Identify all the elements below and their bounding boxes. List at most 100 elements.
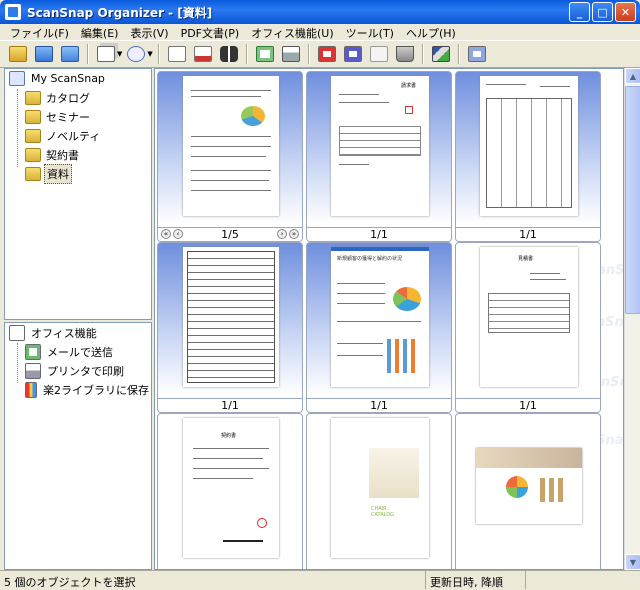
- delete-button[interactable]: [393, 43, 417, 65]
- tools-button[interactable]: [429, 43, 453, 65]
- thumbnail-cell[interactable]: 見積書 1/1: [455, 242, 601, 413]
- toolbar-separator: [87, 44, 89, 64]
- thumbnail-cell[interactable]: « ‹ 1/5 › »: [157, 71, 303, 242]
- minimize-button[interactable]: _: [569, 2, 590, 22]
- menu-file[interactable]: ファイル(F): [4, 24, 75, 40]
- tree-item-seminar[interactable]: セミナー: [5, 107, 151, 126]
- left-pane: My ScanSnap カタログ セミナー ノベルティ 契約書 資料 オフィス機…: [4, 68, 152, 570]
- text-line: [530, 279, 566, 280]
- scroll-down-button[interactable]: ▼: [625, 554, 640, 570]
- thumbnail-cell[interactable]: 1/1: [157, 242, 303, 413]
- text-line: [191, 156, 266, 157]
- text-line: [337, 343, 383, 344]
- tree-item-contract[interactable]: 契約書: [5, 145, 151, 164]
- chevron-down-icon[interactable]: ▼: [147, 50, 152, 58]
- thumbnail-area[interactable]: ScanSnap ScanSnap ScanSnap ScanSnap « ‹ …: [154, 68, 624, 570]
- thumbnail-cell[interactable]: [455, 413, 601, 569]
- rotate-icon: [127, 46, 146, 62]
- office-item-mail[interactable]: メールで送信: [5, 342, 151, 361]
- doc-title: 請求書: [401, 83, 417, 89]
- scroll-thumb[interactable]: [625, 86, 640, 314]
- thumbnail-cell[interactable]: 契約書: [157, 413, 303, 569]
- convert-pdf-button[interactable]: [367, 43, 391, 65]
- text-line: [191, 146, 271, 147]
- text-line: [486, 84, 526, 85]
- toolbar-separator: [421, 44, 424, 64]
- page-thumbnail: [480, 76, 578, 216]
- header-band: [331, 247, 429, 251]
- toolbar-separator: [307, 44, 310, 64]
- menu-office[interactable]: オフィス機能(U): [245, 24, 339, 40]
- chevron-down-icon[interactable]: ▼: [117, 50, 122, 58]
- prev-page-icon[interactable]: ‹: [173, 229, 183, 239]
- stamp-mark: [405, 106, 413, 114]
- viewer-button[interactable]: [465, 43, 489, 65]
- menu-view[interactable]: 表示(V): [124, 24, 174, 40]
- page-thumbnail: 契約書: [183, 418, 279, 558]
- tree-root[interactable]: My ScanSnap: [5, 69, 151, 88]
- page-thumbnail: [476, 448, 582, 524]
- status-sort: 更新日時, 降順: [426, 571, 526, 589]
- seal-stamp: [257, 518, 267, 528]
- mail-button[interactable]: [253, 43, 277, 65]
- first-page-icon[interactable]: «: [161, 229, 171, 239]
- menu-help[interactable]: ヘルプ(H): [400, 24, 462, 40]
- office-item-library[interactable]: 楽2ライブラリに保存: [5, 380, 151, 399]
- toolbar-separator: [157, 44, 160, 64]
- scroll-up-button[interactable]: ▲: [625, 68, 640, 84]
- binoculars-icon: [219, 46, 238, 62]
- status-grip: [526, 571, 640, 589]
- tree-item-documents[interactable]: 資料: [5, 163, 151, 184]
- menu-edit[interactable]: 編集(E): [75, 24, 125, 40]
- thumbnail-cell[interactable]: CHAIR CATALOG: [306, 413, 452, 569]
- folder-tree: My ScanSnap カタログ セミナー ノベルティ 契約書 資料: [4, 68, 152, 320]
- thumbnail-cell[interactable]: 新規顧客の獲得と解約の状況 1/1: [306, 242, 452, 413]
- last-page-icon[interactable]: »: [289, 229, 299, 239]
- maximize-button[interactable]: □: [592, 2, 613, 22]
- menu-pdf[interactable]: PDF文書(P): [175, 24, 246, 40]
- page-thumbnail: 請求書: [331, 76, 429, 216]
- page-counter: 1/1: [158, 398, 302, 412]
- tree-item-novelty[interactable]: ノベルティ: [5, 126, 151, 145]
- folder-button[interactable]: [58, 43, 82, 65]
- office-item-print[interactable]: プリンタで印刷: [5, 361, 151, 380]
- text-line: [339, 102, 389, 103]
- folder-icon: [61, 46, 79, 62]
- convert-word-button[interactable]: [315, 43, 339, 65]
- page-thumbnail: CHAIR CATALOG: [331, 418, 429, 558]
- pdf-button[interactable]: [191, 43, 215, 65]
- doc-title: 契約書: [221, 433, 237, 439]
- status-selection: 5 個のオブジェクトを選択: [0, 571, 426, 589]
- view-button[interactable]: [94, 43, 118, 65]
- new-folder-button[interactable]: [6, 43, 30, 65]
- ocr-button[interactable]: [165, 43, 189, 65]
- thumbnail-cell[interactable]: 請求書 1/1: [306, 71, 452, 242]
- doc-title: 新規顧客の獲得と解約の状況: [337, 256, 403, 262]
- table-grid: [486, 98, 572, 208]
- folder-icon: [25, 90, 41, 105]
- mail-icon: [255, 46, 274, 62]
- table-grid: [488, 293, 570, 333]
- menu-tools[interactable]: ツール(T): [340, 24, 400, 40]
- vertical-scrollbar[interactable]: ▲ ▼: [624, 68, 640, 570]
- page-thumbnail: [183, 247, 279, 387]
- close-button[interactable]: ✕: [615, 2, 636, 22]
- tree-item-catalog[interactable]: カタログ: [5, 88, 151, 107]
- folder-icon: [25, 147, 41, 162]
- text-line: [191, 90, 271, 91]
- rotate-button[interactable]: [124, 43, 148, 65]
- convert-excel-button[interactable]: [341, 43, 365, 65]
- folder-icon: [25, 109, 41, 124]
- print-icon: [25, 362, 41, 379]
- thumbnail-cell[interactable]: 1/1: [455, 71, 601, 242]
- text-line: [191, 96, 261, 97]
- convert-pdf-icon: [369, 46, 388, 62]
- tools-icon: [431, 46, 450, 62]
- open-folder-button[interactable]: [32, 43, 56, 65]
- page-counter: 1/1: [456, 227, 600, 241]
- next-page-icon[interactable]: ›: [277, 229, 287, 239]
- print-button[interactable]: [279, 43, 303, 65]
- title-bar: ScanSnap Organizer - [資料] _ □ ✕: [0, 0, 640, 24]
- status-bar: 5 個のオブジェクトを選択 更新日時, 降順: [0, 570, 640, 589]
- search-button[interactable]: [217, 43, 241, 65]
